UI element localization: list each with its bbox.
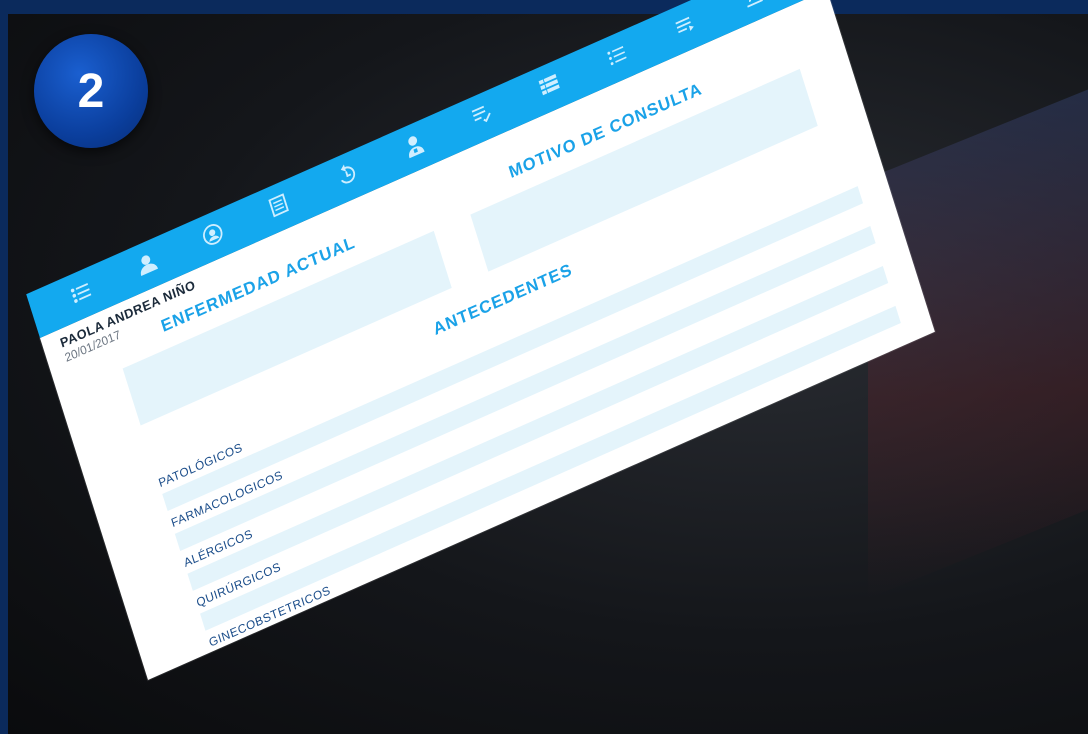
user-circle-icon[interactable]	[198, 219, 230, 254]
list-lines-icon[interactable]	[670, 10, 702, 45]
left-frame-strip	[0, 0, 8, 734]
list-bullets-icon[interactable]	[602, 40, 634, 75]
user-icon[interactable]	[132, 248, 164, 283]
doctor-icon[interactable]	[399, 130, 431, 165]
top-frame-strip	[0, 0, 1088, 14]
text-format-icon[interactable]	[737, 0, 769, 15]
step-number-badge: 2	[34, 34, 148, 148]
prescription-icon[interactable]	[467, 100, 499, 135]
history-icon[interactable]	[331, 160, 363, 195]
list-icon[interactable]	[66, 277, 98, 312]
table-icon[interactable]	[534, 70, 566, 105]
document-icon[interactable]	[263, 190, 295, 225]
